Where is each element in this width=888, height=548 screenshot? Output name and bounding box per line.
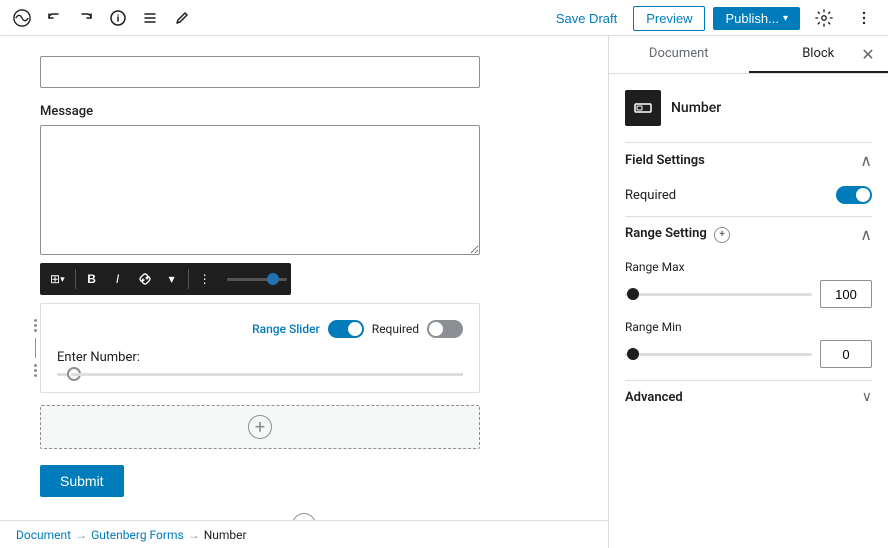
range-max-track[interactable] [625,293,812,296]
toolbar-right: Save Draft Preview Publish... ▾ [548,0,880,36]
publish-chevron-icon: ▾ [783,13,788,24]
handle-dot [34,329,37,332]
rs-header: Range Slider Required [57,320,463,338]
handle-dot [34,324,37,327]
title-input[interactable] [40,56,480,88]
toggle-knob-required [429,322,443,336]
range-min-track[interactable] [625,353,812,356]
range-slider-container: Range Slider Required Enter Number: [40,303,480,393]
range-setting-title: Range Setting + [625,226,730,243]
range-slider-label: Range Slider [252,322,320,336]
redo-button[interactable] [72,4,100,32]
more-block-options-button[interactable]: ⋮ [193,268,217,290]
range-max-input[interactable] [820,280,872,308]
italic-button[interactable]: I [106,268,130,290]
field-settings-header[interactable]: Field Settings ∧ [625,142,872,178]
block-toolbar: ⊞ ▾ B I ▾ ⋮ [40,263,291,295]
advanced-section[interactable]: Advanced ∨ [625,380,872,413]
add-block-icon[interactable]: + [248,415,272,439]
block-type-button[interactable]: ⊞ ▾ [44,268,71,290]
info-button[interactable] [104,4,132,32]
range-min-row: Range Min [625,320,872,368]
block-dropdown-icon: ▾ [60,274,65,285]
handle-dot [34,374,37,377]
main-content: Message ⊞ ▾ B I ▾ ⋮ [0,36,608,548]
breadcrumb-document[interactable]: Document [16,528,71,542]
sidebar-tabs: Document Block ✕ [609,36,888,74]
range-max-thumb[interactable] [627,288,639,300]
block-type-icon [625,90,661,126]
range-setting-help-icon[interactable]: + [714,227,730,243]
toggle-knob [348,322,362,336]
range-min-label: Range Min [625,320,872,334]
submit-button[interactable]: Submit [40,465,124,497]
bold-button[interactable]: B [80,268,104,290]
link-button[interactable] [132,268,158,290]
required-sidebar-toggle[interactable] [836,186,872,204]
handle-dot [34,364,37,367]
message-label: Message [40,104,568,119]
range-min-track-row [625,340,872,368]
table-icon: ⊞ [50,272,60,286]
advanced-chevron-icon: ∨ [862,389,872,405]
range-setting-collapse-icon: ∧ [860,225,872,244]
range-max-label: Range Max [625,260,872,274]
pencil-button[interactable] [168,4,196,32]
range-max-track-row [625,280,872,308]
range-min-thumb[interactable] [627,348,639,360]
handle-dot [34,319,37,322]
breadcrumb-arrow-2: → [188,528,200,542]
breadcrumb-number: Number [204,528,247,542]
field-settings-collapse-icon: ∧ [860,151,872,170]
required-toggle-knob [856,188,870,202]
toolbar-divider-2 [188,269,189,289]
preview-button[interactable]: Preview [633,6,705,31]
breadcrumb-gutenberg-forms[interactable]: Gutenberg Forms [91,528,184,542]
block-type-name: Number [671,100,721,116]
add-block-area[interactable]: + [40,405,480,449]
publish-button[interactable]: Publish... ▾ [713,7,800,30]
range-min-input[interactable] [820,340,872,368]
undo-button[interactable] [40,4,68,32]
range-setting-header[interactable]: Range Setting + ∧ [625,216,872,252]
required-field-row: Required [625,186,872,204]
slider-fill [71,373,463,376]
breadcrumb-arrow-1: → [75,528,87,542]
text-dropdown-button[interactable]: ▾ [160,268,184,290]
top-toolbar: Save Draft Preview Publish... ▾ [0,0,888,36]
breadcrumb: Document → Gutenberg Forms → Number [0,520,608,548]
main-layout: Message ⊞ ▾ B I ▾ ⋮ [0,36,888,548]
sidebar-content: Number Field Settings ∧ Required Range S… [609,74,888,548]
field-settings-title: Field Settings [625,153,705,168]
required-toggle[interactable] [427,320,463,338]
settings-button[interactable] [808,2,840,34]
sidebar: Document Block ✕ Number Field Settings ∧ [608,36,888,548]
advanced-label: Advanced [625,390,683,405]
range-slider-toggle[interactable] [328,320,364,338]
message-textarea[interactable] [40,125,480,255]
sidebar-close-button[interactable]: ✕ [856,43,880,67]
range-slider-track[interactable] [57,373,463,376]
required-field-label: Required [625,188,676,203]
list-view-button[interactable] [136,4,164,32]
tab-document[interactable]: Document [609,36,749,73]
toolbar-divider-1 [75,269,76,289]
wordpress-icon-btn[interactable] [8,4,36,32]
enter-number-label: Enter Number: [57,350,463,365]
slider-indicator [227,278,287,281]
block-type-info: Number [625,90,872,126]
save-draft-button[interactable]: Save Draft [548,7,625,30]
more-options-button[interactable] [848,2,880,34]
range-max-row: Range Max [625,260,872,308]
required-text: Required [372,322,419,336]
handle-dot [34,369,37,372]
range-slider-block: Range Slider Required Enter Number: [40,303,480,393]
